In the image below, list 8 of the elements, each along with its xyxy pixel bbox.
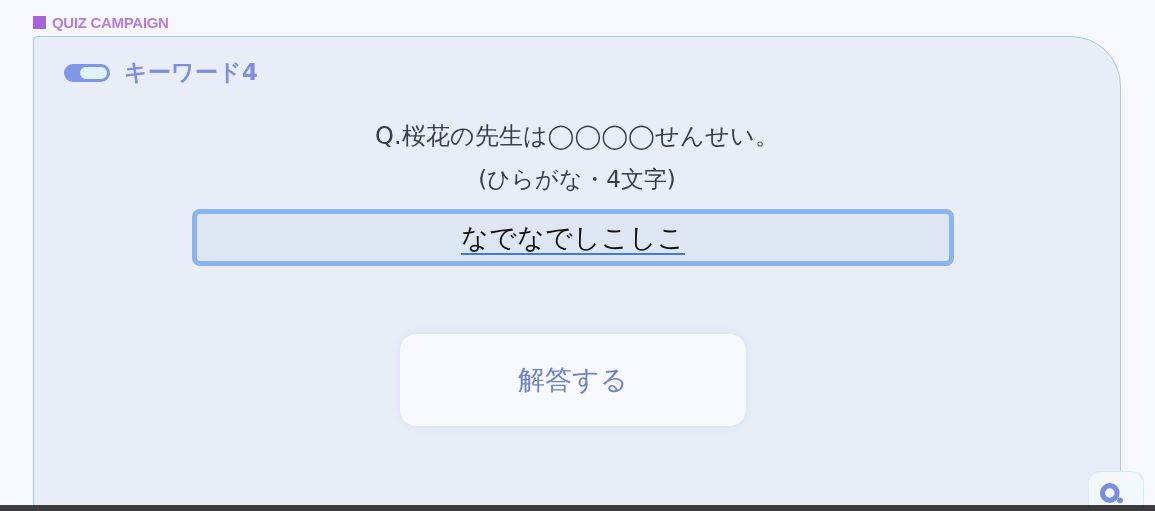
card-title: キーワード4 [124, 58, 258, 87]
floating-button[interactable] [1088, 471, 1144, 505]
question-text: Q.桜花の先生は◯◯◯◯せんせい。 [375, 121, 779, 152]
square-icon [33, 15, 46, 29]
hint-text: (ひらがな・4文字) [478, 165, 676, 194]
section-label: QUIZ CAMPAIGN [52, 13, 169, 31]
toggle-icon [64, 62, 110, 83]
answer-field[interactable]: なでなでしこしこ [192, 209, 954, 266]
